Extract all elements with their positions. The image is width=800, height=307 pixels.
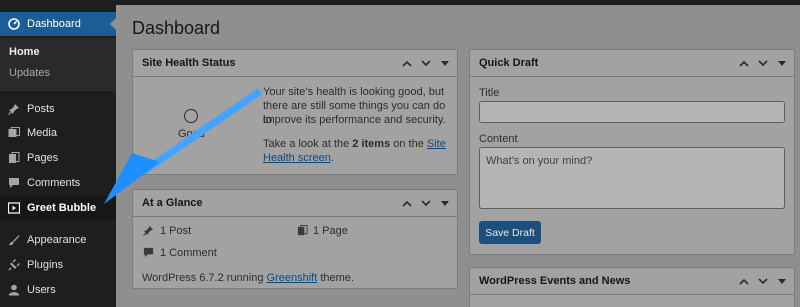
annotation-arrow <box>104 88 262 204</box>
